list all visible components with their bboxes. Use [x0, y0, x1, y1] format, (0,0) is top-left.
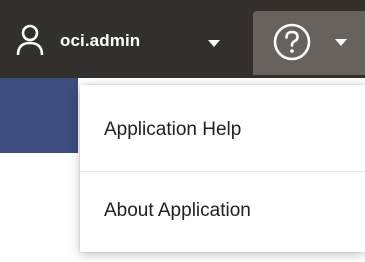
page-banner	[0, 78, 78, 153]
menu-item-about-application[interactable]: About Application	[80, 172, 365, 250]
user-icon	[16, 24, 44, 56]
top-navigation-bar: oci.admin	[0, 0, 365, 78]
username-label[interactable]: oci.admin	[60, 31, 140, 51]
chevron-down-icon[interactable]	[208, 40, 220, 47]
help-menu-button[interactable]	[253, 11, 365, 75]
help-dropdown-menu: Application Help About Application	[80, 85, 365, 252]
question-circle-icon	[273, 23, 311, 61]
chevron-down-icon	[335, 39, 347, 46]
menu-item-application-help[interactable]: Application Help	[80, 91, 365, 169]
